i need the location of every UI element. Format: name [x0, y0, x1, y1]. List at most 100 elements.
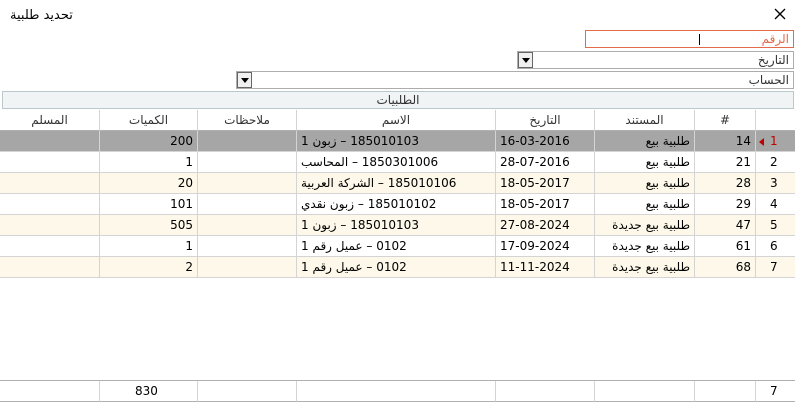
cell-name[interactable]: 0102 – عميل رقم 1	[297, 257, 496, 278]
cell-notes[interactable]	[198, 131, 297, 152]
cell-name[interactable]: 185010103 – زبون 1	[297, 131, 496, 152]
cell-doc[interactable]: طلبية بيع	[595, 173, 695, 194]
cell-no[interactable]: 68	[695, 257, 756, 278]
cell-name[interactable]: 185010103 – زبون 1	[297, 215, 496, 236]
table-row[interactable]: 2 0102 – عميل رقم 1 11-11-2024 طلبية بيع جد…	[0, 257, 795, 278]
cell-doc[interactable]: طلبية بيع جديدة	[595, 257, 695, 278]
cell-muslim[interactable]	[0, 236, 100, 257]
footer-date	[496, 381, 595, 402]
cell-no[interactable]: 14	[695, 131, 756, 152]
group-header[interactable]: الطلبيات	[2, 91, 794, 109]
close-icon	[774, 8, 786, 20]
cell-date[interactable]: 27-08-2024	[496, 215, 595, 236]
cell-date[interactable]: 16-03-2016	[496, 131, 595, 152]
cell-notes[interactable]	[198, 173, 297, 194]
close-button[interactable]	[770, 4, 790, 24]
cell-date[interactable]: 18-05-2017	[496, 194, 595, 215]
footer-no	[695, 381, 756, 402]
col-header-no[interactable]: #	[695, 110, 756, 131]
account-dropdown-button[interactable]	[237, 72, 252, 88]
row-index: 2	[770, 155, 778, 169]
footer-row: 830 7	[0, 380, 795, 402]
row-indicator[interactable]: 3	[756, 173, 795, 194]
cell-no[interactable]: 47	[695, 215, 756, 236]
cell-muslim[interactable]	[0, 257, 100, 278]
row-indicator[interactable]: 5	[756, 215, 795, 236]
row-indicator[interactable]: 6	[756, 236, 795, 257]
header-row: المسلم الكميات ملاحظات الاسم التاريخ الم…	[0, 110, 795, 131]
table-row[interactable]: 20 185010106 – الشركة العربية 18-05-2017 طل…	[0, 173, 795, 194]
col-header-doc[interactable]: المستند	[595, 110, 695, 131]
row-index: 7	[770, 260, 778, 274]
cell-doc[interactable]: طلبية بيع جديدة	[595, 215, 695, 236]
cell-muslim[interactable]	[0, 215, 100, 236]
number-label: الرقم	[761, 32, 789, 46]
footer-muslim	[0, 381, 100, 402]
cell-qty[interactable]: 20	[100, 173, 198, 194]
table-row[interactable]: 1 0102 – عميل رقم 1 17-09-2024 طلبية بيع جد…	[0, 236, 795, 257]
row-indicator[interactable]: 4	[756, 194, 795, 215]
cell-date[interactable]: 17-09-2024	[496, 236, 595, 257]
number-input[interactable]: الرقم	[585, 30, 794, 48]
footer-qty-total: 830	[100, 381, 198, 402]
table-row[interactable]: 505 185010103 – زبون 1 27-08-2024 طلبية بيع…	[0, 215, 795, 236]
row-indicator[interactable]: 1	[756, 131, 795, 152]
cell-date[interactable]: 11-11-2024	[496, 257, 595, 278]
cell-doc[interactable]: طلبية بيع	[595, 131, 695, 152]
cell-doc[interactable]: طلبية بيع	[595, 152, 695, 173]
footer-count: 7	[756, 381, 795, 402]
cell-notes[interactable]	[198, 194, 297, 215]
cell-muslim[interactable]	[0, 152, 100, 173]
cell-date[interactable]: 28-07-2016	[496, 152, 595, 173]
window-title: تحديد طلبية	[10, 8, 73, 23]
cell-name[interactable]: 185010102 – زبون نقدي	[297, 194, 496, 215]
cell-qty[interactable]: 2	[100, 257, 198, 278]
row-indicator[interactable]: 2	[756, 152, 795, 173]
col-header-notes[interactable]: ملاحظات	[198, 110, 297, 131]
cell-date[interactable]: 18-05-2017	[496, 173, 595, 194]
cell-doc[interactable]: طلبية بيع	[595, 194, 695, 215]
table-row[interactable]: 200 185010103 – زبون 1 16-03-2016 طلبية بيع…	[0, 131, 795, 152]
col-header-name[interactable]: الاسم	[297, 110, 496, 131]
cell-name[interactable]: 185010106 – الشركة العربية	[297, 173, 496, 194]
cell-qty[interactable]: 101	[100, 194, 198, 215]
cell-muslim[interactable]	[0, 173, 100, 194]
cell-no[interactable]: 28	[695, 173, 756, 194]
cell-name[interactable]: 0102 – عميل رقم 1	[297, 236, 496, 257]
row-index: 4	[770, 197, 778, 211]
cell-notes[interactable]	[198, 215, 297, 236]
footer-notes	[198, 381, 297, 402]
cell-muslim[interactable]	[0, 194, 100, 215]
cell-notes[interactable]	[198, 257, 297, 278]
cell-qty[interactable]: 505	[100, 215, 198, 236]
col-header-date[interactable]: التاريخ	[496, 110, 595, 131]
footer-doc	[595, 381, 695, 402]
cell-no[interactable]: 61	[695, 236, 756, 257]
account-field[interactable]: الحساب	[236, 71, 794, 89]
cell-muslim[interactable]	[0, 131, 100, 152]
date-label: التاريخ	[757, 53, 789, 67]
date-field[interactable]: التاريخ	[517, 51, 794, 69]
title-bar: تحديد طلبية	[0, 0, 795, 28]
cell-qty[interactable]: 200	[100, 131, 198, 152]
cell-no[interactable]: 21	[695, 152, 756, 173]
account-label: الحساب	[748, 73, 789, 87]
row-index: 5	[770, 218, 778, 232]
date-dropdown-button[interactable]	[518, 52, 533, 68]
cell-qty[interactable]: 1	[100, 236, 198, 257]
row-indicator[interactable]: 7	[756, 257, 795, 278]
table-row[interactable]: 101 185010102 – زبون نقدي 18-05-2017 طلبية …	[0, 194, 795, 215]
row-index: 3	[770, 176, 778, 190]
cell-notes[interactable]	[198, 236, 297, 257]
cell-qty[interactable]: 1	[100, 152, 198, 173]
current-row-arrow-icon	[759, 138, 764, 146]
col-header-qty[interactable]: الكميات	[100, 110, 198, 131]
row-index: 1	[770, 134, 778, 148]
row-index: 6	[770, 239, 778, 253]
cell-doc[interactable]: طلبية بيع جديدة	[595, 236, 695, 257]
table-row[interactable]: 1 1850301006 – المحاسب 28-07-2016 طلبية بيع…	[0, 152, 795, 173]
cell-notes[interactable]	[198, 152, 297, 173]
col-header-muslim[interactable]: المسلم	[0, 110, 100, 131]
cell-name[interactable]: 1850301006 – المحاسب	[297, 152, 496, 173]
cell-no[interactable]: 29	[695, 194, 756, 215]
